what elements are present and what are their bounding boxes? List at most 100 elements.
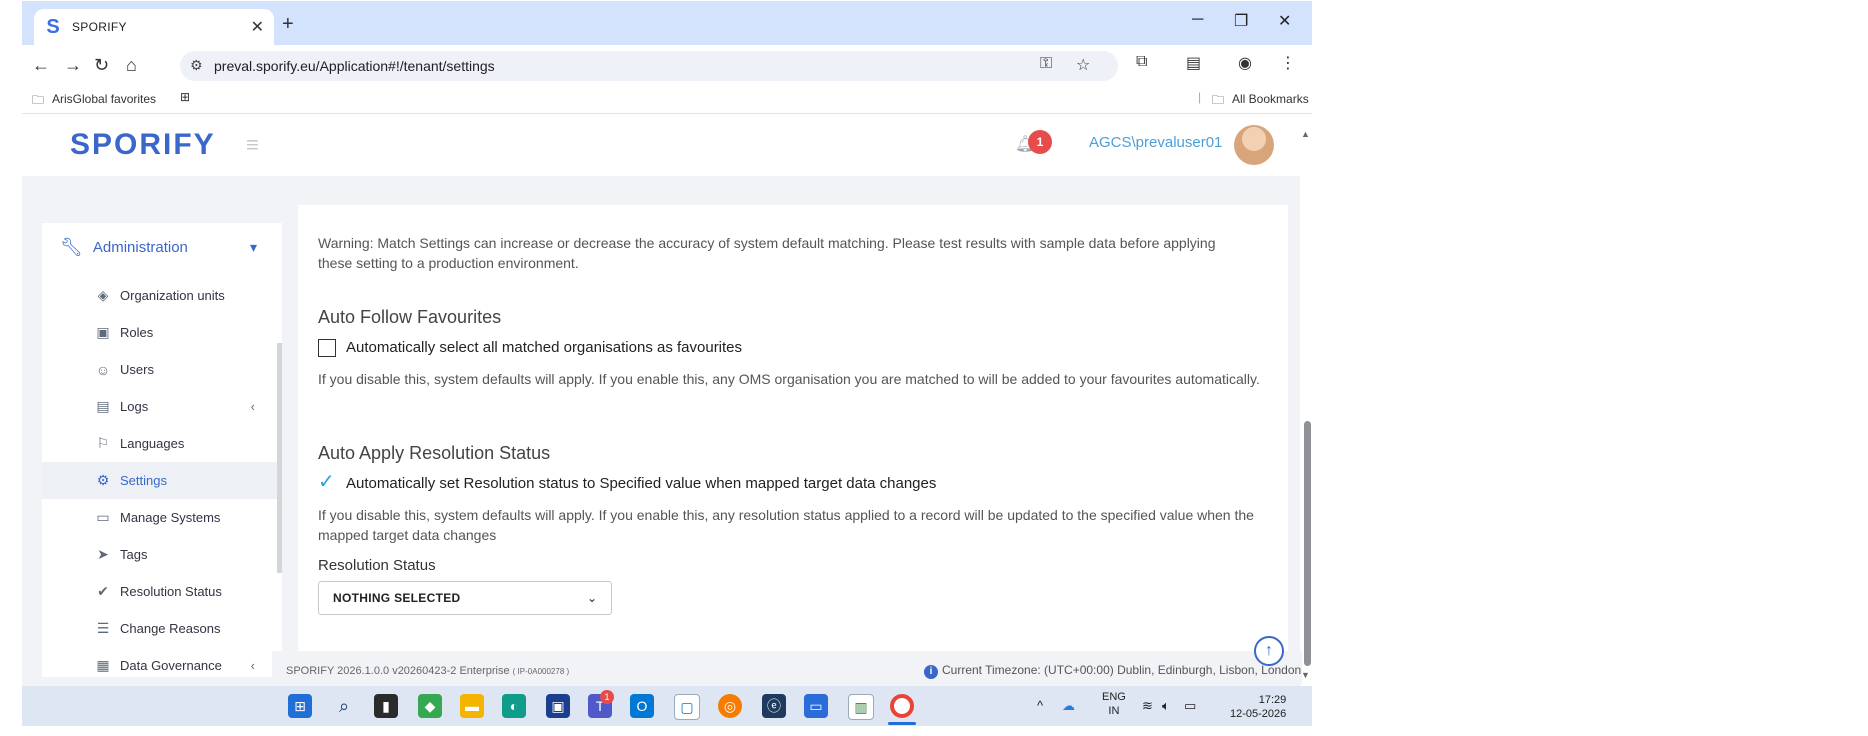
windows-start-icon[interactable]: ⊞ [288, 694, 312, 718]
sidebar-item-resolution-status[interactable]: ✔ Resolution Status [42, 573, 277, 610]
check-icon: ✔ [97, 583, 109, 599]
resolution-status-select[interactable]: NOTHING SELECTED ⌄ [318, 581, 612, 615]
taskbar-clock[interactable]: 17:29 12-05-2026 [1230, 693, 1286, 721]
postgres-elephant-icon[interactable]: ⓔ [762, 694, 786, 718]
sidebar-scrollbar[interactable] [277, 343, 282, 573]
sporify-favicon-icon: S [46, 15, 60, 38]
language-indicator[interactable]: ENG IN [1102, 690, 1126, 718]
window-app-icon[interactable]: ▢ [674, 694, 700, 720]
sidebar: 🔧︎ Administration ▾ ◈ Organization units… [42, 223, 282, 677]
home-icon[interactable]: ⌂ [126, 55, 137, 76]
sidebar-item-label: Organization units [120, 288, 225, 303]
onedrive-cloud-icon[interactable]: ☁ [1062, 698, 1075, 714]
sidebar-item-label: Change Reasons [120, 621, 221, 636]
layers-icon: ◈ [97, 287, 109, 303]
bookmark-star-icon[interactable]: ☆ [1076, 55, 1090, 75]
wrench-icon: 🔧︎ [60, 236, 83, 257]
chevron-left-icon: ‹ [250, 658, 255, 673]
browser-toolbar: ← → ↻ ⌂ ⚙ preval.sporify.eu/Application#… [22, 45, 1312, 85]
app-logo[interactable]: SPORIFY [70, 128, 216, 162]
chrome-icon[interactable] [890, 694, 914, 718]
store-icon[interactable]: ▣ [546, 694, 570, 718]
tab-strip: S SPORIFY ✕ + ─ ❐ ✕ [22, 1, 1312, 45]
apps-grid-icon[interactable]: ⊞ [180, 90, 190, 104]
microsoft365-icon[interactable]: ◆ [418, 694, 442, 718]
auto-follow-checkbox[interactable] [318, 339, 336, 357]
sidebar-item-organization-units[interactable]: ◈ Organization units [42, 277, 277, 314]
scroll-to-top-button[interactable]: ↑ [1254, 636, 1284, 666]
avatar[interactable] [1234, 125, 1274, 165]
timezone-text: i Current Timezone: (UTC+00:00) Dublin, E… [924, 663, 1301, 679]
auto-follow-checkbox-label[interactable]: Automatically select all matched organis… [346, 339, 742, 356]
whiteboard-icon[interactable]: ▥ [848, 694, 874, 720]
forward-icon[interactable]: → [64, 55, 82, 76]
scroll-down-arrow-icon[interactable]: ▼ [1301, 670, 1310, 680]
match-settings-warning: Warning: Match Settings can increase or … [318, 235, 1216, 271]
sidebar-item-tags[interactable]: ➤ Tags [42, 536, 277, 573]
divider: | [1198, 90, 1202, 104]
bookmark-arisglobal[interactable]: ArisGlobal favorites [52, 92, 156, 106]
app-header: SPORIFY ≡ 🔔︎ 1 AGCS\prevaluser01 [22, 114, 1312, 176]
sidebar-item-roles[interactable]: ▣ Roles [42, 314, 277, 351]
password-key-icon[interactable]: ⚿ [1040, 55, 1052, 73]
chevron-left-icon: ‹ [250, 399, 255, 414]
volume-icon[interactable]: 🔈︎ [1162, 698, 1170, 714]
extensions-icon[interactable]: ⧉ [1136, 53, 1147, 71]
battery-icon[interactable]: ▭ [1184, 698, 1196, 714]
username[interactable]: AGCS\prevaluser01 [1089, 134, 1222, 151]
sidebar-item-change-reasons[interactable]: ☰ Change Reasons [42, 610, 277, 647]
sidebar-item-label: Resolution Status [120, 584, 222, 599]
governance-icon: ▦ [96, 657, 110, 673]
folder-icon: 🗀 [1212, 93, 1225, 107]
close-tab-icon[interactable]: ✕ [251, 17, 264, 37]
edge-browser-icon[interactable]: ◐ [502, 694, 526, 718]
laptop-icon: ▭ [96, 509, 110, 525]
teams-badge: 1 [600, 690, 614, 704]
settings-panel: Warning: Match Settings can increase or … [298, 205, 1288, 653]
page-scrollbar-thumb[interactable] [1304, 421, 1311, 666]
restore-icon[interactable]: ❐ [1234, 11, 1248, 31]
minimize-icon[interactable]: ─ [1192, 11, 1203, 29]
auto-apply-checkbox-label[interactable]: Automatically set Resolution status to S… [346, 475, 936, 492]
resolution-status-label: Resolution Status [318, 557, 436, 574]
scroll-up-arrow-icon[interactable]: ▲ [1301, 129, 1310, 139]
new-tab-icon[interactable]: + [282, 13, 294, 36]
orange-app-icon[interactable]: ◎ [718, 694, 742, 718]
sidebar-item-data-governance[interactable]: ▦ Data Governance ‹ [42, 647, 277, 677]
list-icon: ☰ [96, 620, 110, 636]
browser-tab[interactable]: S SPORIFY ✕ [34, 9, 274, 45]
sidebar-item-languages[interactable]: ⚐ Languages [42, 425, 277, 462]
sidebar-item-manage-systems[interactable]: ▭ Manage Systems [42, 499, 277, 536]
site-info-icon[interactable]: ⚙ [190, 57, 203, 74]
chevron-up-icon[interactable]: ^ [1037, 698, 1043, 713]
all-bookmarks[interactable]: All Bookmarks [1232, 92, 1309, 106]
close-window-icon[interactable]: ✕ [1278, 11, 1291, 31]
address-bar[interactable]: ⚙ preval.sporify.eu/Application#!/tenant… [180, 51, 1118, 81]
profile-icon[interactable]: ◉ [1238, 53, 1252, 73]
notification-badge[interactable]: 1 [1028, 130, 1052, 154]
wifi-icon[interactable]: ≋ [1142, 698, 1153, 714]
url-text[interactable]: preval.sporify.eu/Application#!/tenant/s… [214, 58, 495, 74]
sidebar-item-settings[interactable]: ⚙ Settings [42, 462, 277, 499]
reload-icon[interactable]: ↻ [94, 55, 109, 76]
hamburger-menu-icon[interactable]: ≡ [246, 132, 259, 158]
windows-taskbar: ⊞ ⌕ ▮ ◆ ▬ ◐ ▣ T 1 O ▢ ◎ ⓔ ▭ ▥ ^ ☁ ENG IN … [22, 686, 1312, 726]
version-text: SPORIFY 2026.1.0.0 v20260423-2 Enterpris… [286, 665, 569, 677]
search-icon[interactable]: ⌕ [332, 694, 356, 718]
file-explorer-icon[interactable]: ▬ [460, 694, 484, 718]
sidebar-section-label: Administration [92, 238, 188, 256]
sidebar-item-logs[interactable]: ▤ Logs ‹ [42, 388, 277, 425]
build-id: ( IP-0A000278 ) [512, 667, 570, 676]
remote-desktop-icon[interactable]: ▭ [804, 694, 828, 718]
task-view-icon[interactable]: ▮ [374, 694, 398, 718]
timezone-label: Current Timezone: (UTC+00:00) Dublin, Ed… [942, 663, 1302, 677]
sidebar-item-label: Logs [120, 399, 149, 414]
sidebar-section-administration[interactable]: 🔧︎ Administration ▾ [42, 223, 277, 271]
sidebar-item-users[interactable]: ☺ Users [42, 351, 277, 388]
outlook-icon[interactable]: O [630, 694, 654, 718]
auto-apply-checkbox-checked-icon[interactable]: ✓ [318, 469, 335, 494]
back-icon[interactable]: ← [32, 55, 50, 76]
version-label: SPORIFY 2026.1.0.0 v20260423-2 Enterpris… [286, 665, 510, 677]
menu-kebab-icon[interactable]: ⋮ [1280, 53, 1296, 73]
reading-mode-icon[interactable]: ▤ [1186, 53, 1201, 73]
